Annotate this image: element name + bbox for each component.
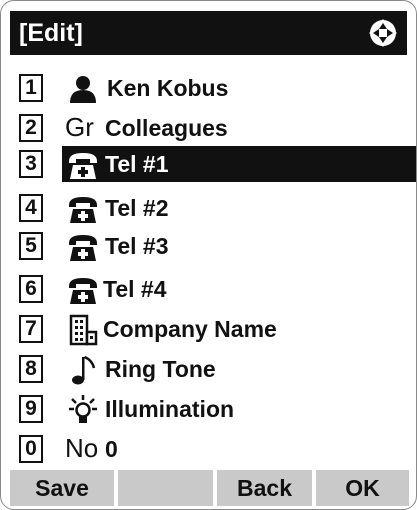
- item-number: 7: [19, 315, 43, 343]
- item-label: Ken Kobus: [107, 75, 229, 101]
- telephone-icon: [69, 153, 97, 179]
- phone-screen: [Edit] 1 Ken Kobus 2 Gr Colleagues 3 Tel…: [0, 0, 417, 510]
- list-item-8[interactable]: 8 Ring Tone: [19, 351, 416, 387]
- item-number: 5: [19, 232, 43, 260]
- save-softkey[interactable]: Save: [10, 470, 114, 506]
- item-number: 1: [19, 74, 43, 102]
- light-bulb-icon: [69, 395, 97, 423]
- navigation-cursor-icon: [369, 19, 397, 47]
- item-label: Tel #1: [105, 151, 169, 177]
- company-building-icon: [69, 314, 98, 346]
- item-number: 9: [19, 395, 43, 423]
- number-icon: No: [65, 433, 99, 463]
- list-item-2[interactable]: 2 Gr Colleagues: [19, 110, 416, 146]
- item-number: 0: [19, 435, 43, 463]
- telephone-icon: [69, 197, 97, 223]
- list-item-6[interactable]: 6 Tel #4: [19, 271, 416, 307]
- telephone-icon: [69, 278, 97, 304]
- screen-title: [Edit]: [19, 19, 83, 47]
- item-label: Illumination: [105, 396, 235, 422]
- ok-softkey[interactable]: OK: [316, 470, 409, 506]
- item-label: Tel #2: [105, 195, 169, 221]
- person-icon: [70, 76, 96, 103]
- item-number: 2: [19, 114, 43, 142]
- item-label: 0: [105, 436, 118, 462]
- item-number: 6: [19, 275, 43, 303]
- list-item-7[interactable]: 7 Company Name: [19, 311, 416, 347]
- item-label: Tel #3: [105, 233, 169, 259]
- softkey-bar: Save Back OK: [10, 470, 409, 506]
- item-number: 4: [19, 194, 43, 222]
- item-label: Colleagues: [105, 115, 228, 141]
- item-label: Tel #4: [103, 276, 167, 302]
- group-icon: Gr: [65, 112, 94, 142]
- list-item-5[interactable]: 5 Tel #3: [19, 228, 416, 264]
- item-label: Ring Tone: [105, 356, 216, 382]
- music-note-icon: [72, 355, 96, 385]
- telephone-icon: [69, 235, 97, 261]
- item-number: 3: [19, 150, 43, 178]
- item-number: 8: [19, 355, 43, 383]
- list-item-3[interactable]: 3 Tel #1: [19, 146, 416, 182]
- list-item-4[interactable]: 4 Tel #2: [19, 190, 416, 226]
- item-label: Company Name: [103, 316, 277, 342]
- list-item-1[interactable]: 1 Ken Kobus: [19, 70, 416, 106]
- back-softkey[interactable]: Back: [217, 470, 312, 506]
- blank-softkey[interactable]: [118, 470, 213, 506]
- title-bar: [Edit]: [10, 11, 407, 55]
- list-item-9[interactable]: 9 Illumination: [19, 391, 416, 427]
- list-item-0[interactable]: 0 No 0: [19, 431, 416, 467]
